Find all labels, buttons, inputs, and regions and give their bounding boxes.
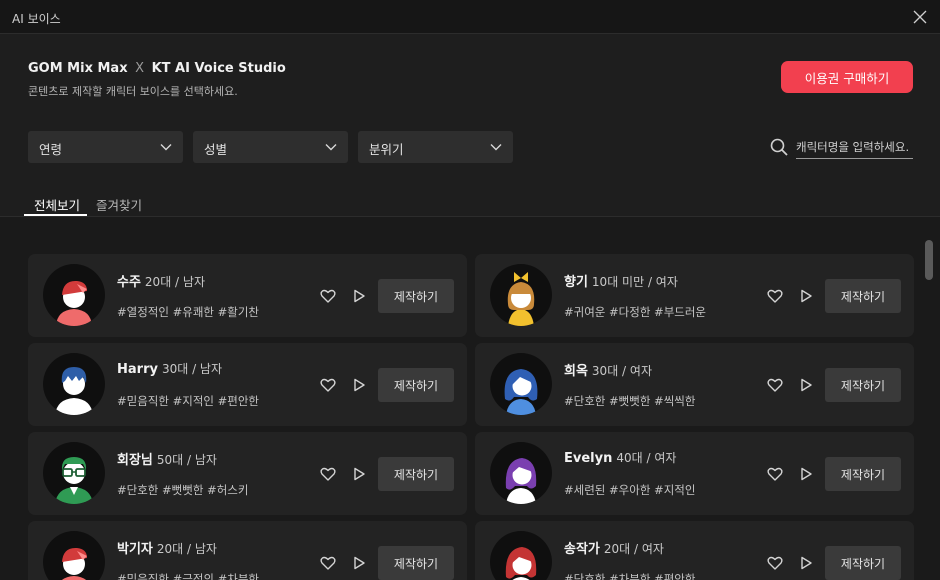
- avatar: [490, 353, 552, 415]
- character-meta: 30대 / 여자: [591, 364, 652, 378]
- brand-separator: X: [135, 61, 145, 76]
- heart-icon[interactable]: [319, 554, 337, 572]
- create-button[interactable]: 제작하기: [378, 546, 454, 580]
- avatar: [490, 531, 552, 580]
- character-tags: #단호한 #뻣뻣한 #씩씩한: [564, 394, 696, 408]
- character-card[interactable]: Evelyn 40대 / 여자 #세련된 #우아한 #지적인 제작하기: [475, 432, 914, 515]
- character-card[interactable]: 송작가 20대 / 여자 #단호한 #차분한 #편안한 제작하기: [475, 521, 914, 580]
- character-tags: #열정적인 #유쾌한 #활기찬: [117, 305, 260, 319]
- play-icon[interactable]: [350, 376, 368, 394]
- character-search-input[interactable]: [796, 135, 913, 159]
- character-card[interactable]: Harry 30대 / 남자 #믿음직한 #지적인 #편안한 제작하기: [28, 343, 467, 426]
- character-name: 희옥: [564, 364, 588, 379]
- character-name: 수주: [117, 275, 141, 290]
- character-name: Evelyn: [564, 451, 613, 466]
- heart-icon[interactable]: [766, 554, 784, 572]
- character-meta: 20대 / 남자: [144, 275, 205, 289]
- mood-select-label: 분위기: [369, 142, 404, 157]
- avatar: [43, 442, 105, 504]
- play-icon[interactable]: [797, 287, 815, 305]
- chevron-down-icon: [324, 140, 338, 154]
- character-meta: 20대 / 남자: [156, 542, 217, 556]
- character-card[interactable]: 향기 10대 미만 / 여자 #귀여운 #다정한 #부드러운 제작하기: [475, 254, 914, 337]
- gender-select[interactable]: 성별: [193, 131, 348, 163]
- close-icon[interactable]: [910, 7, 930, 27]
- character-name-line: 희옥 30대 / 여자: [564, 360, 652, 379]
- character-meta: 20대 / 여자: [603, 542, 664, 556]
- play-icon[interactable]: [350, 554, 368, 572]
- tab-favorites[interactable]: 즐겨찾기: [96, 195, 142, 214]
- character-tags: #세련된 #우아한 #지적인: [564, 483, 696, 497]
- create-button[interactable]: 제작하기: [378, 279, 454, 313]
- age-select-label: 연령: [39, 142, 63, 157]
- create-button[interactable]: 제작하기: [825, 279, 901, 313]
- window-title: AI 보이스: [12, 12, 61, 26]
- create-button[interactable]: 제작하기: [378, 457, 454, 491]
- character-name: 회장님: [117, 453, 153, 468]
- gender-select-label: 성별: [204, 142, 228, 157]
- play-icon[interactable]: [797, 465, 815, 483]
- header-subtitle: 콘텐츠로 제작할 캐릭터 보이스를 선택하세요.: [28, 85, 238, 98]
- create-button[interactable]: 제작하기: [825, 457, 901, 491]
- avatar: [43, 531, 105, 580]
- character-name-line: 수주 20대 / 남자: [117, 271, 205, 290]
- header-title: GOM Mix Max X KT AI Voice Studio: [28, 61, 286, 76]
- character-tags: #단호한 #차분한 #편안한: [564, 572, 696, 580]
- character-name-line: 향기 10대 미만 / 여자: [564, 271, 678, 290]
- character-tags: #귀여운 #다정한 #부드러운: [564, 305, 707, 319]
- character-card[interactable]: 박기자 20대 / 남자 #믿음직한 #긍정의 #차분한 제작하기: [28, 521, 467, 580]
- character-card[interactable]: 희옥 30대 / 여자 #단호한 #뻣뻣한 #씩씩한 제작하기: [475, 343, 914, 426]
- character-tags: #믿음직한 #지적인 #편안한: [117, 394, 260, 408]
- heart-icon[interactable]: [319, 287, 337, 305]
- tab-all[interactable]: 전체보기: [34, 195, 80, 214]
- avatar: [490, 442, 552, 504]
- character-name-line: Evelyn 40대 / 여자: [564, 449, 676, 466]
- character-tags: #단호한 #뻣뻣한 #허스키: [117, 483, 249, 497]
- character-name: Harry: [117, 362, 158, 377]
- brand-kt: KT AI Voice Studio: [151, 61, 286, 76]
- character-meta: 30대 / 남자: [161, 362, 223, 376]
- character-name: 박기자: [117, 542, 153, 557]
- character-tags: #믿음직한 #긍정의 #차분한: [117, 572, 260, 580]
- buy-subscription-button[interactable]: 이용권 구매하기: [781, 61, 913, 93]
- character-card[interactable]: 회장님 50대 / 남자 #단호한 #뻣뻣한 #허스키 제작하기: [28, 432, 467, 515]
- chevron-down-icon: [159, 140, 173, 154]
- play-icon[interactable]: [350, 287, 368, 305]
- scrollbar-thumb[interactable]: [925, 240, 933, 280]
- title-bar: AI 보이스: [0, 0, 940, 34]
- brand-gom: GOM Mix Max: [28, 61, 128, 76]
- character-name-line: 박기자 20대 / 남자: [117, 538, 217, 557]
- age-select[interactable]: 연령: [28, 131, 183, 163]
- create-button[interactable]: 제작하기: [825, 368, 901, 402]
- character-name: 향기: [564, 275, 588, 290]
- create-button[interactable]: 제작하기: [825, 546, 901, 580]
- avatar: [490, 264, 552, 326]
- mood-select[interactable]: 분위기: [358, 131, 513, 163]
- character-name: 송작가: [564, 542, 600, 557]
- character-name-line: 회장님 50대 / 남자: [117, 449, 217, 468]
- character-meta: 10대 미만 / 여자: [591, 275, 678, 289]
- play-icon[interactable]: [797, 554, 815, 572]
- heart-icon[interactable]: [766, 287, 784, 305]
- character-card[interactable]: 수주 20대 / 남자 #열정적인 #유쾌한 #활기찬 제작하기: [28, 254, 467, 337]
- avatar: [43, 264, 105, 326]
- character-list: 수주 20대 / 남자 #열정적인 #유쾌한 #활기찬 제작하기 향기 10대 미만…: [0, 217, 940, 580]
- heart-icon[interactable]: [766, 465, 784, 483]
- character-name-line: 송작가 20대 / 여자: [564, 538, 664, 557]
- heart-icon[interactable]: [319, 376, 337, 394]
- character-name-line: Harry 30대 / 남자: [117, 360, 222, 377]
- chevron-down-icon: [489, 140, 503, 154]
- avatar: [43, 353, 105, 415]
- play-icon[interactable]: [797, 376, 815, 394]
- heart-icon[interactable]: [319, 465, 337, 483]
- search-icon[interactable]: [769, 137, 789, 157]
- character-meta: 40대 / 여자: [616, 451, 677, 465]
- heart-icon[interactable]: [766, 376, 784, 394]
- play-icon[interactable]: [350, 465, 368, 483]
- create-button[interactable]: 제작하기: [378, 368, 454, 402]
- character-meta: 50대 / 남자: [156, 453, 217, 467]
